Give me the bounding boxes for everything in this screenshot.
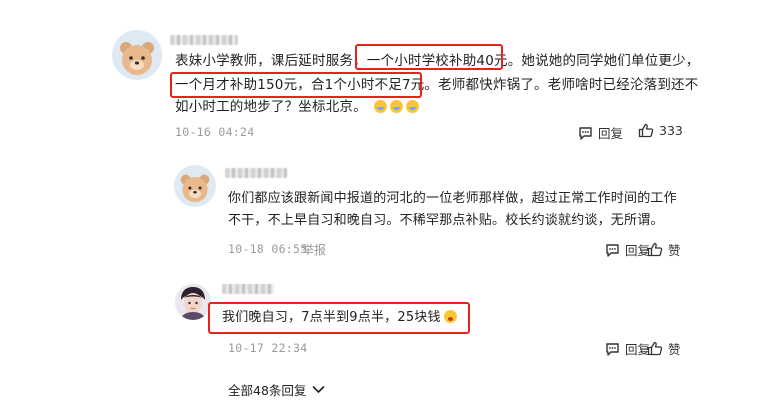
reply-2-date: 10-17 22:34 [228,341,308,355]
crying-laughing-emoji-icon [406,100,420,113]
comment-icon [579,126,592,140]
highlighted-text-1: 一个小时学校补助40元。 [366,53,522,69]
avatar[interactable] [175,284,211,320]
reply-1-line-2: 不干，不上早自习和晚自习。不稀罕那点补贴。校长约谈就约谈，无所谓。 [228,213,664,228]
avatar[interactable] [174,165,216,207]
thumbs-up-icon [647,341,663,356]
comment-icon [606,342,619,356]
like-button[interactable]: 赞 [647,339,681,358]
thumbs-up-icon [647,242,663,257]
reply-1-date: 10-18 06:55 [228,242,308,256]
reply-button[interactable]: 回复 [605,339,650,358]
reply-button[interactable]: 回复 [605,240,650,259]
comment-date: 10-16 04:24 [175,125,255,139]
username-blurred[interactable] [225,168,287,178]
username-blurred[interactable] [170,35,238,45]
username-blurred[interactable] [222,284,274,294]
report-link[interactable]: 举报 [302,241,326,258]
like-button[interactable]: 333 [638,123,683,138]
comment-line-2: 一个月才补助150元，合1个小时不足7元。老师都快炸锅了。老师啥时已经沦落到还不 [175,77,699,93]
chevron-down-icon [313,386,325,393]
reply-1-line-1: 你们都应该跟新闻中报道的河北的一位老师那样做，超过正常工作时间的工作 [228,191,677,206]
bear-avatar-icon [180,174,210,203]
crying-laughing-emoji-icon [374,100,388,113]
bear-avatar-icon [120,41,154,75]
comment-icon [606,243,619,257]
like-button[interactable]: 赞 [647,240,681,259]
thumbs-up-icon [638,123,654,138]
view-all-replies-button[interactable]: 全部48条回复 [228,380,325,399]
crying-laughing-emoji-icon [390,100,404,113]
person-avatar-icon [175,284,211,320]
reply-button[interactable]: 回复 [578,123,623,142]
avatar[interactable] [112,30,162,80]
reply-2-text: 我们晚自习，7点半到9点半，25块钱 [222,307,457,329]
comment-line-3: 如小时工的地步了？坐标北京。 [175,96,420,118]
grinning-tongue-emoji-icon [443,310,457,323]
highlighted-text-2: 一个月才补助150元，合1个小时不足7元。 [175,77,439,93]
comment-line-1: 表妹小学教师，课后延时服务，一个小时学校补助40元。她说她的同学她们单位更少， [175,53,700,69]
